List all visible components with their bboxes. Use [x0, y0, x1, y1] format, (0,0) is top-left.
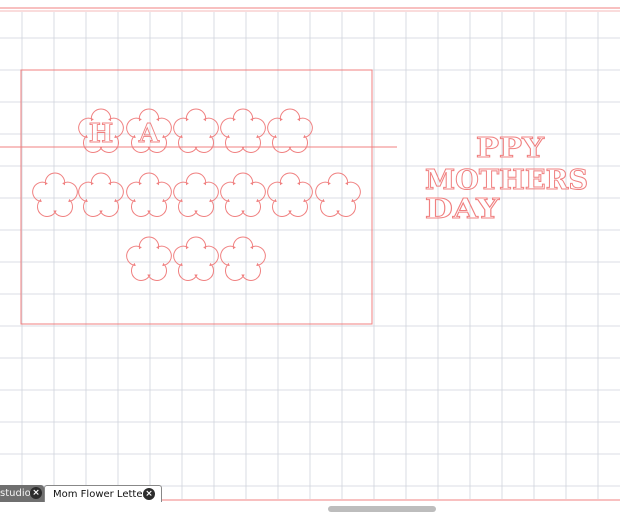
tab-label: studio — [0, 488, 31, 499]
scrollbar-thumb[interactable] — [328, 506, 436, 512]
horizontal-scrollbar[interactable] — [0, 502, 620, 516]
flower-shape[interactable] — [78, 172, 124, 217]
flower-shape[interactable] — [267, 108, 313, 153]
tab-label: Mom Flower Letter... — [53, 489, 156, 500]
flower-shape[interactable] — [173, 172, 219, 217]
flower-shape[interactable] — [267, 172, 313, 217]
greeting-text-line[interactable]: PPY — [476, 133, 546, 165]
flower-shape[interactable] — [32, 172, 78, 217]
close-icon[interactable]: × — [30, 487, 42, 499]
greeting-text[interactable]: PPYMOTHERSDAY — [425, 133, 589, 226]
close-icon[interactable]: × — [143, 488, 155, 500]
flower-shape[interactable] — [173, 236, 219, 281]
greeting-text-line[interactable]: MOTHERS — [425, 165, 589, 197]
grid — [0, 12, 620, 499]
design-canvas[interactable]: HA PPYMOTHERSDAY — [0, 0, 620, 516]
flower-shape[interactable] — [220, 236, 266, 281]
flower-shape[interactable] — [220, 108, 266, 153]
tab-mom-flower-letter[interactable]: Mom Flower Letter... × — [44, 485, 162, 502]
card-outline[interactable] — [20, 69, 373, 325]
flower-shape[interactable] — [315, 172, 361, 217]
flower-letter: H — [89, 119, 114, 149]
flower-shape[interactable] — [126, 236, 172, 281]
flower-letter: A — [138, 119, 160, 149]
flower-shape[interactable] — [173, 108, 219, 153]
flower-group[interactable] — [32, 108, 361, 281]
greeting-text-line[interactable]: DAY — [425, 194, 501, 226]
tab-studio[interactable]: studio × — [0, 485, 44, 502]
flower-shape[interactable] — [126, 172, 172, 217]
flower-shape[interactable] — [220, 172, 266, 217]
